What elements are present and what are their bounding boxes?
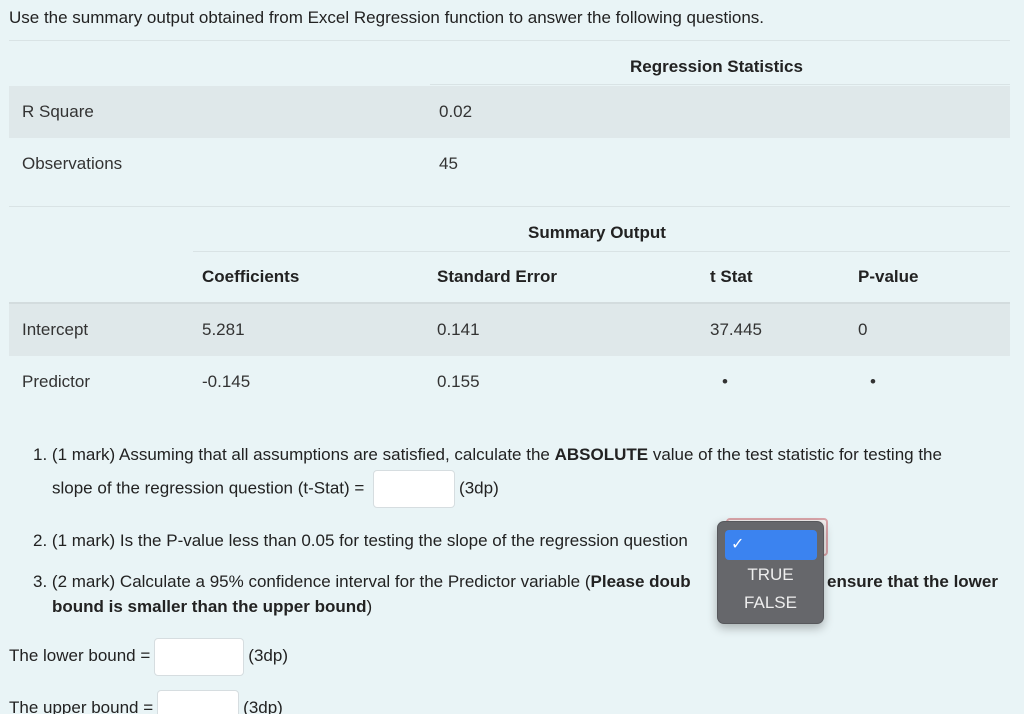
question-3-line-2: bound is smaller than the upper bound) [52, 590, 372, 623]
true-false-dropdown-menu: ✓ TRUE FALSE [717, 521, 824, 624]
p-value-placeholder: • [870, 372, 876, 391]
row-label: Intercept [22, 320, 89, 339]
question-emphasis: ensure that the lower [827, 572, 998, 591]
question-text: (1 mark) Assuming that all assumptions a… [51, 445, 555, 464]
checkmark-icon: ✓ [731, 536, 745, 553]
t-stat-placeholder: • [722, 372, 728, 391]
column-header-coefficients: Coefficients [202, 267, 300, 286]
question-number: 1. [33, 445, 48, 464]
upper-bound-row: The upper bound = (3dp) [9, 688, 283, 714]
standard-error-value: 0.141 [437, 320, 480, 339]
question-emphasis: Please doub [590, 572, 691, 591]
question-emphasis: ABSOLUTE [554, 445, 649, 464]
table-row: Observations 45 [9, 138, 1010, 190]
instructions: Use the summary output obtained from Exc… [9, 8, 765, 27]
table-row: Predictor -0.145 0.155 • • [9, 356, 1010, 408]
dropdown-option-true[interactable]: TRUE [718, 565, 823, 585]
question-number: 2. [33, 531, 48, 550]
dropdown-option-blank[interactable]: ✓ [725, 530, 817, 560]
divider [9, 40, 1010, 41]
question-text: ) [366, 597, 373, 616]
standard-error-value: 0.155 [437, 372, 480, 391]
question-1-line-2: slope of the regression question (t-Stat… [52, 470, 499, 508]
lower-bound-label: The lower bound = [9, 646, 151, 665]
lower-bound-input[interactable] [154, 637, 245, 676]
table-row: R Square 0.02 [9, 86, 1010, 138]
precision-hint: (3dp) [243, 698, 283, 714]
column-header-t-stat: t Stat [710, 267, 753, 286]
dropdown-option-false[interactable]: FALSE [718, 593, 823, 613]
t-stat-value: 37.445 [710, 320, 762, 339]
summary-output-caption: Summary Output [528, 223, 666, 242]
p-value-value: 0 [858, 320, 868, 339]
table-row: Intercept 5.281 0.141 37.445 0 [9, 304, 1010, 356]
stat-label: R Square [22, 102, 94, 121]
divider [9, 206, 1010, 207]
question-1: 1. (1 mark) Assuming that all assumption… [33, 438, 942, 471]
column-header-p-value: P-value [858, 267, 919, 286]
coefficient-value: 5.281 [202, 320, 245, 339]
coefficient-value: -0.145 [202, 372, 251, 391]
question-emphasis: bound is smaller than the upper bound [52, 597, 367, 616]
lower-bound-row: The lower bound = (3dp) [9, 636, 288, 676]
stat-value: 45 [439, 154, 458, 173]
question-text: slope of the regression question (t-Stat… [52, 478, 370, 498]
question-text: (1 mark) Is the P-value less than 0.05 f… [51, 531, 688, 550]
question-3-right: ensure that the lower [827, 565, 998, 598]
precision-hint: (3dp) [248, 646, 288, 665]
question-2: 2. (1 mark) Is the P-value less than 0.0… [33, 524, 688, 557]
table-header-row: Coefficients Standard Error t Stat P-val… [9, 252, 1010, 302]
precision-hint: (3dp) [459, 478, 499, 498]
row-label: Predictor [22, 372, 91, 391]
t-stat-input[interactable] [373, 470, 456, 508]
divider [430, 84, 1010, 85]
question-text: value of the test statistic for testing … [648, 445, 942, 464]
upper-bound-label: The upper bound = [9, 698, 154, 714]
column-header-standard-error: Standard Error [437, 267, 557, 286]
stat-label: Observations [22, 154, 123, 173]
question-text: (2 mark) Calculate a 95% confidence inte… [51, 572, 591, 591]
stat-value: 0.02 [439, 102, 473, 121]
question-number: 3. [33, 572, 48, 591]
regression-statistics-caption: Regression Statistics [630, 57, 803, 76]
upper-bound-input[interactable] [157, 689, 240, 714]
